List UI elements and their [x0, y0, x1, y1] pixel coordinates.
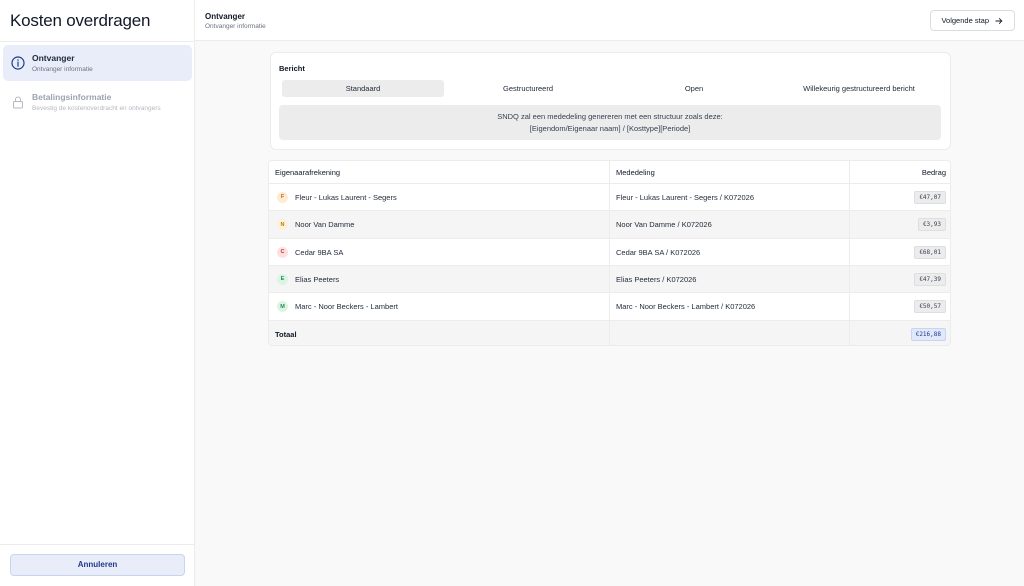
step-betalingsinformatie: Betalingsinformatie Bevestig de kostenov… — [3, 84, 192, 120]
sidebar: Kosten overdragen Ontvanger Ontvanger in… — [0, 0, 195, 586]
column-header-owner: Eigenaarafrekening — [269, 161, 610, 183]
tab-willekeurig-gestructureerd[interactable]: Willekeurig gestructureerd bericht — [776, 80, 942, 97]
step-subtitle: Ontvanger informatie — [32, 66, 93, 73]
total-amount-badge: €216,88 — [910, 327, 946, 341]
divider — [0, 544, 194, 545]
table-row[interactable]: C Cedar 9BA SA Cedar 9BA SA / K072026 €68… — [269, 239, 950, 266]
message-text: Noor Van Damme / K072026 — [616, 220, 712, 229]
message-type-tabs: Standaard Gestructureerd Open Willekeuri… — [282, 80, 942, 97]
avatar: C — [277, 246, 288, 258]
header: Ontvanger Ontvanger informatie Volgende … — [195, 0, 1024, 41]
table-total-row: Totaal €216,88 — [269, 321, 950, 345]
column-header-amount: Bedrag — [921, 167, 946, 177]
header-title: Ontvanger — [205, 12, 246, 21]
message-card: Bericht Standaard Gestructureerd Open Wi… — [270, 52, 951, 150]
message-title: Bericht — [279, 64, 305, 73]
tab-open[interactable]: Open — [612, 80, 776, 97]
step-ontvanger[interactable]: Ontvanger Ontvanger informatie — [3, 45, 192, 81]
step-title: Ontvanger — [32, 53, 75, 63]
divider — [0, 41, 194, 42]
amount-badge: €50,57 — [914, 300, 946, 313]
next-step-label: Volgende stap — [941, 16, 989, 25]
owner-name: Noor Van Damme — [295, 220, 355, 229]
avatar: M — [277, 301, 288, 312]
step-title: Betalingsinformatie — [32, 92, 112, 102]
message-text: Elias Peeters / K072026 — [616, 274, 697, 284]
info-icon — [11, 56, 25, 70]
message-text: Cedar 9BA SA / K072026 — [616, 247, 701, 257]
header-subtitle: Ontvanger informatie — [205, 23, 266, 30]
avatar: F — [277, 191, 288, 203]
info-line: SNDQ zal een mededeling genereren met ee… — [497, 112, 723, 121]
cancel-button[interactable]: Annuleren — [10, 554, 185, 576]
arrow-right-icon — [995, 17, 1003, 24]
amount-badge: €47,39 — [914, 272, 946, 286]
table-row[interactable]: F Fleur - Lukas Laurent - Segers Fleur - … — [269, 184, 950, 211]
table-row[interactable]: M Marc - Noor Beckers - Lambert Marc - No… — [269, 293, 950, 321]
tab-standaard[interactable]: Standaard — [282, 80, 444, 97]
lock-icon — [13, 96, 23, 109]
owner-name: Elias Peeters — [295, 274, 340, 284]
owner-name: Fleur - Lukas Laurent - Segers — [295, 192, 397, 202]
info-line: [Eigendom/Eigenaar naam] / [Kosttype][Pe… — [529, 124, 691, 133]
tab-gestructureerd[interactable]: Gestructureerd — [444, 80, 612, 97]
amount-badge: €3,93 — [917, 218, 946, 231]
column-header-message: Mededeling — [610, 161, 850, 183]
table-header-row: Eigenaarafrekening Mededeling Bedrag — [269, 161, 950, 184]
total-label: Totaal — [275, 329, 297, 339]
table-row[interactable]: N Noor Van Damme Noor Van Damme / K072026… — [269, 211, 950, 239]
amount-badge: €68,01 — [914, 245, 946, 259]
owner-table: Eigenaarafrekening Mededeling Bedrag F Fl… — [268, 160, 951, 346]
next-step-button[interactable]: Volgende stap — [930, 10, 1015, 31]
page-title: Kosten overdragen — [10, 11, 151, 30]
message-text: Marc - Noor Beckers - Lambert / K072026 — [616, 302, 756, 311]
message-info-box: SNDQ zal een mededeling genereren met ee… — [279, 105, 941, 140]
owner-name: Marc - Noor Beckers - Lambert — [295, 302, 398, 311]
message-text: Fleur - Lukas Laurent - Segers / K072026 — [616, 192, 754, 202]
step-subtitle: Bevestig de kostenoverdracht en ontvange… — [32, 105, 161, 112]
amount-badge: €47,07 — [914, 190, 946, 204]
avatar: E — [277, 273, 288, 285]
avatar: N — [277, 219, 288, 230]
table-row[interactable]: E Elias Peeters Elias Peeters / K072026 €… — [269, 266, 950, 293]
owner-name: Cedar 9BA SA — [295, 247, 344, 257]
